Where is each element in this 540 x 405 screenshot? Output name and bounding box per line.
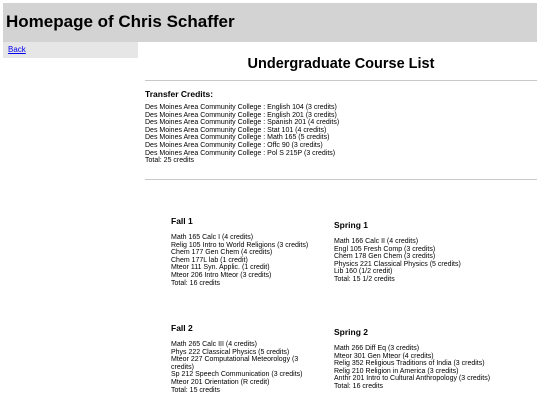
transfer-credits-list: Des Moines Area Community College : Engl… bbox=[145, 104, 339, 165]
term-spring-2: Spring 2 Math 266 Diff Eq (3 credits) Mt… bbox=[334, 327, 490, 391]
term-total: Total: 16 credits bbox=[171, 279, 221, 287]
transfer-credit-item: Des Moines Area Community College : Pol … bbox=[145, 149, 336, 157]
transfer-credit-item: Des Moines Area Community College : Stat… bbox=[145, 126, 327, 134]
divider bbox=[145, 80, 537, 81]
transfer-credit-item: Des Moines Area Community College : Engl… bbox=[145, 111, 337, 119]
course-item: Math 266 Diff Eq (3 credits) bbox=[334, 345, 420, 352]
course-item: Physics 221 Classical Physics (5 credits… bbox=[334, 260, 461, 268]
course-item: Chem 177L lab (1 credit) bbox=[171, 256, 248, 264]
course-item: Math 166 Calc II (4 credits) bbox=[334, 238, 419, 245]
course-item: Sp 212 Speech Communication (3 credits) bbox=[171, 371, 303, 379]
course-item: Anthr 201 Intro to Cultural Anthropology… bbox=[334, 375, 491, 383]
transfer-credit-total: Total: 25 credits bbox=[145, 157, 195, 165]
course-item: Mteor 111 Syn. Applic. (1 credit) bbox=[171, 264, 270, 272]
site-title: Homepage of Chris Schaffer bbox=[6, 12, 235, 31]
term-title: Fall 1 bbox=[171, 216, 193, 226]
transfer-credit-item: Des Moines Area Community College : Math… bbox=[145, 134, 330, 142]
page-header: Homepage of Chris Schaffer bbox=[3, 3, 537, 42]
course-item: Lib 160 (1/2 credit) bbox=[334, 268, 393, 276]
course-item: Relig 210 Religion in America (3 credits… bbox=[334, 367, 459, 375]
term-title: Spring 2 bbox=[334, 327, 369, 337]
transfer-credit-item: Des Moines Area Community College : Span… bbox=[145, 119, 340, 127]
course-item: Mteor 301 Gen Mteor (4 credits) bbox=[334, 352, 434, 360]
transfer-credit-item: Des Moines Area Community College : Engl… bbox=[145, 104, 337, 111]
divider bbox=[145, 179, 537, 180]
transfer-credit-item: Des Moines Area Community College : Offc… bbox=[145, 141, 323, 149]
term-title: Spring 1 bbox=[334, 220, 369, 230]
term-fall-1: Fall 1 Math 165 Calc I (4 credits) Relig… bbox=[171, 216, 308, 287]
term-total: Total: 15 credits bbox=[171, 386, 221, 394]
course-item: credits) bbox=[171, 363, 194, 371]
course-item: Relig 352 Religious Traditions of India … bbox=[334, 360, 485, 368]
course-item: Mteor 201 Orientation (R credit) bbox=[171, 378, 270, 386]
course-item: Relig 105 Intro to World Religions (3 cr… bbox=[171, 241, 309, 249]
course-item: Math 165 Calc I (4 credits) bbox=[171, 234, 254, 241]
course-item: Mteor 206 Intro Mteor (3 credits) bbox=[171, 271, 272, 279]
course-item: Mteor 227 Computational Meteorology (3 bbox=[171, 356, 299, 364]
transfer-credits-heading: Transfer Credits: bbox=[145, 89, 214, 99]
term-spring-1: Spring 1 Math 166 Calc II (4 credits) En… bbox=[334, 220, 461, 284]
sidebar: Back bbox=[3, 42, 138, 58]
term-total: Total: 15 1/2 credits bbox=[334, 275, 395, 283]
course-item: Engl 105 Fresh Comp (3 credits) bbox=[334, 245, 436, 253]
course-item: Chem 177 Gen Chem (4 credits) bbox=[171, 249, 273, 257]
back-link[interactable]: Back bbox=[8, 45, 26, 54]
term-total: Total: 16 credits bbox=[334, 382, 384, 390]
page-title: Undergraduate Course List bbox=[247, 56, 435, 72]
course-item: Phys 222 Classical Physics (5 credits) bbox=[171, 348, 290, 356]
course-item: Chem 178 Gen Chem (3 credits) bbox=[334, 253, 436, 261]
course-item: Math 265 Calc III (4 credits) bbox=[171, 341, 257, 348]
term-title: Fall 2 bbox=[171, 323, 193, 333]
term-fall-2: Fall 2 Math 265 Calc III (4 credits) Phy… bbox=[171, 323, 303, 394]
